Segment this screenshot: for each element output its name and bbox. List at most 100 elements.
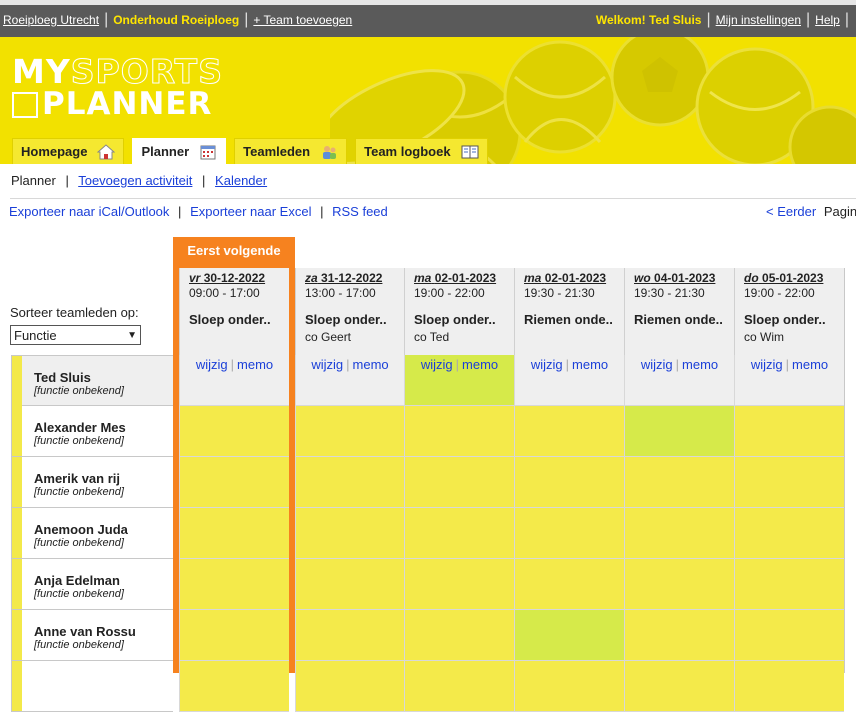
day-date-link[interactable]: do 05-01-2023 xyxy=(744,271,844,285)
edit-link[interactable]: wijzig xyxy=(421,357,453,372)
availability-cell[interactable]: wijzig | memo xyxy=(404,355,514,406)
availability-cell[interactable] xyxy=(404,610,514,661)
availability-cell[interactable] xyxy=(514,508,624,559)
availability-cell[interactable] xyxy=(624,406,734,457)
availability-cell[interactable]: wijzig | memo xyxy=(295,355,404,406)
availability-cell[interactable] xyxy=(734,559,844,610)
availability-cell[interactable] xyxy=(734,457,844,508)
member-name[interactable]: Ted Sluis xyxy=(34,370,91,385)
memo-link[interactable]: memo xyxy=(572,357,608,372)
availability-cell[interactable] xyxy=(734,610,844,661)
availability-cell[interactable] xyxy=(179,508,289,559)
availability-cell[interactable] xyxy=(624,610,734,661)
memo-link[interactable]: memo xyxy=(462,357,498,372)
settings-link[interactable]: Mijn instellingen xyxy=(716,13,801,27)
tab-teamleden[interactable]: Teamleden xyxy=(234,138,348,164)
day-date-link[interactable]: ma 02-01-2023 xyxy=(414,271,514,285)
activity-name[interactable]: Sloep onder.. xyxy=(305,312,404,327)
availability-cell[interactable] xyxy=(514,559,624,610)
availability-cell[interactable] xyxy=(734,406,844,457)
availability-cell[interactable] xyxy=(179,559,289,610)
grid-right-border xyxy=(844,268,845,673)
day-time: 19:30 - 21:30 xyxy=(634,286,705,300)
add-team-link[interactable]: + Team toevoegen xyxy=(253,13,352,27)
activity-name[interactable]: Sloep onder.. xyxy=(414,312,514,327)
availability-cell[interactable] xyxy=(295,406,404,457)
edit-link[interactable]: wijzig xyxy=(196,357,228,372)
availability-cell[interactable] xyxy=(624,559,734,610)
member-row-name: Ted Sluis [functie onbekend] xyxy=(11,355,173,406)
memo-link[interactable]: memo xyxy=(682,357,718,372)
member-name[interactable]: Amerik van rij xyxy=(34,471,120,486)
separator: | xyxy=(785,357,790,372)
maintenance-link[interactable]: Onderhoud Roeiploeg xyxy=(113,13,239,27)
day-date-link[interactable]: vr 30-12-2022 xyxy=(189,271,289,285)
tab-team-logboek[interactable]: Team logboek xyxy=(355,138,488,164)
day-header: za 31-12-2022 13:00 - 17:00 Sloep onder.. c… xyxy=(295,268,404,355)
availability-cell[interactable] xyxy=(295,610,404,661)
availability-cell[interactable] xyxy=(404,457,514,508)
edit-link[interactable]: wijzig xyxy=(531,357,563,372)
day-time: 19:30 - 21:30 xyxy=(524,286,595,300)
add-activity-link[interactable]: Toevoegen activiteit xyxy=(78,173,192,188)
availability-cell[interactable] xyxy=(514,610,624,661)
availability-cell[interactable] xyxy=(295,457,404,508)
day-date-link[interactable]: ma 02-01-2023 xyxy=(524,271,624,285)
memo-link[interactable]: memo xyxy=(237,357,273,372)
availability-cell[interactable] xyxy=(404,661,514,712)
memo-link[interactable]: memo xyxy=(353,357,389,372)
day-date-link[interactable]: wo 04-01-2023 xyxy=(634,271,734,285)
member-row-name: Alexander Mes [functie onbekend] xyxy=(11,406,173,457)
tab-homepage[interactable]: Homepage xyxy=(12,138,125,164)
availability-cell[interactable]: wijzig | memo xyxy=(179,355,289,406)
member-row-name: Amerik van rij [functie onbekend] xyxy=(11,457,173,508)
availability-cell[interactable] xyxy=(179,457,289,508)
availability-cell[interactable] xyxy=(514,406,624,457)
availability-cell[interactable] xyxy=(295,559,404,610)
activity-name[interactable]: Sloep onder.. xyxy=(744,312,844,327)
export-ical-link[interactable]: Exporteer naar iCal/Outlook xyxy=(9,204,169,219)
member-name[interactable]: Anemoon Juda xyxy=(34,522,128,537)
availability-cell[interactable]: wijzig | memo xyxy=(514,355,624,406)
next-activity-label: Eerst volgende xyxy=(173,237,295,269)
availability-cell[interactable] xyxy=(179,406,289,457)
member-name[interactable]: Anja Edelman xyxy=(34,573,120,588)
earlier-link[interactable]: < Eerder xyxy=(766,204,816,219)
tab-planner[interactable]: Planner xyxy=(132,138,227,164)
sort-select[interactable]: Functie ▼ xyxy=(10,325,141,345)
availability-cell[interactable]: wijzig | memo xyxy=(624,355,734,406)
logo[interactable]: MYSPORTS PLANNER xyxy=(12,55,223,121)
availability-cell[interactable] xyxy=(624,457,734,508)
availability-cell[interactable] xyxy=(624,508,734,559)
member-name[interactable]: Alexander Mes xyxy=(34,420,126,435)
member-name[interactable]: Anne van Rossu xyxy=(34,624,136,639)
rss-feed-link[interactable]: RSS feed xyxy=(332,204,388,219)
help-link[interactable]: Help xyxy=(815,13,840,27)
availability-cell[interactable] xyxy=(295,508,404,559)
availability-cell[interactable] xyxy=(295,661,404,712)
availability-cell[interactable] xyxy=(514,457,624,508)
activity-name[interactable]: Riemen onde.. xyxy=(524,312,624,327)
availability-cell[interactable] xyxy=(179,610,289,661)
availability-cell[interactable] xyxy=(734,508,844,559)
team-link[interactable]: Roeiploeg Utrecht xyxy=(3,13,99,27)
availability-cell[interactable] xyxy=(404,508,514,559)
availability-cell[interactable] xyxy=(404,406,514,457)
edit-link[interactable]: wijzig xyxy=(311,357,343,372)
export-excel-link[interactable]: Exporteer naar Excel xyxy=(190,204,311,219)
calendar-link[interactable]: Kalender xyxy=(215,173,267,188)
activity-name[interactable]: Riemen onde.. xyxy=(634,312,734,327)
edit-link[interactable]: wijzig xyxy=(641,357,673,372)
activity-name[interactable]: Sloep onder.. xyxy=(189,312,289,327)
availability-cell[interactable] xyxy=(734,661,844,712)
edit-link[interactable]: wijzig xyxy=(751,357,783,372)
availability-cell[interactable] xyxy=(179,661,289,712)
availability-cell[interactable]: wijzig | memo xyxy=(734,355,844,406)
memo-link[interactable]: memo xyxy=(792,357,828,372)
availability-cell[interactable] xyxy=(514,661,624,712)
day-date-link[interactable]: za 31-12-2022 xyxy=(305,271,404,285)
separator: | xyxy=(230,357,235,372)
availability-cell[interactable] xyxy=(624,661,734,712)
availability-cell[interactable] xyxy=(404,559,514,610)
day-date: 30-12-2022 xyxy=(203,271,266,285)
